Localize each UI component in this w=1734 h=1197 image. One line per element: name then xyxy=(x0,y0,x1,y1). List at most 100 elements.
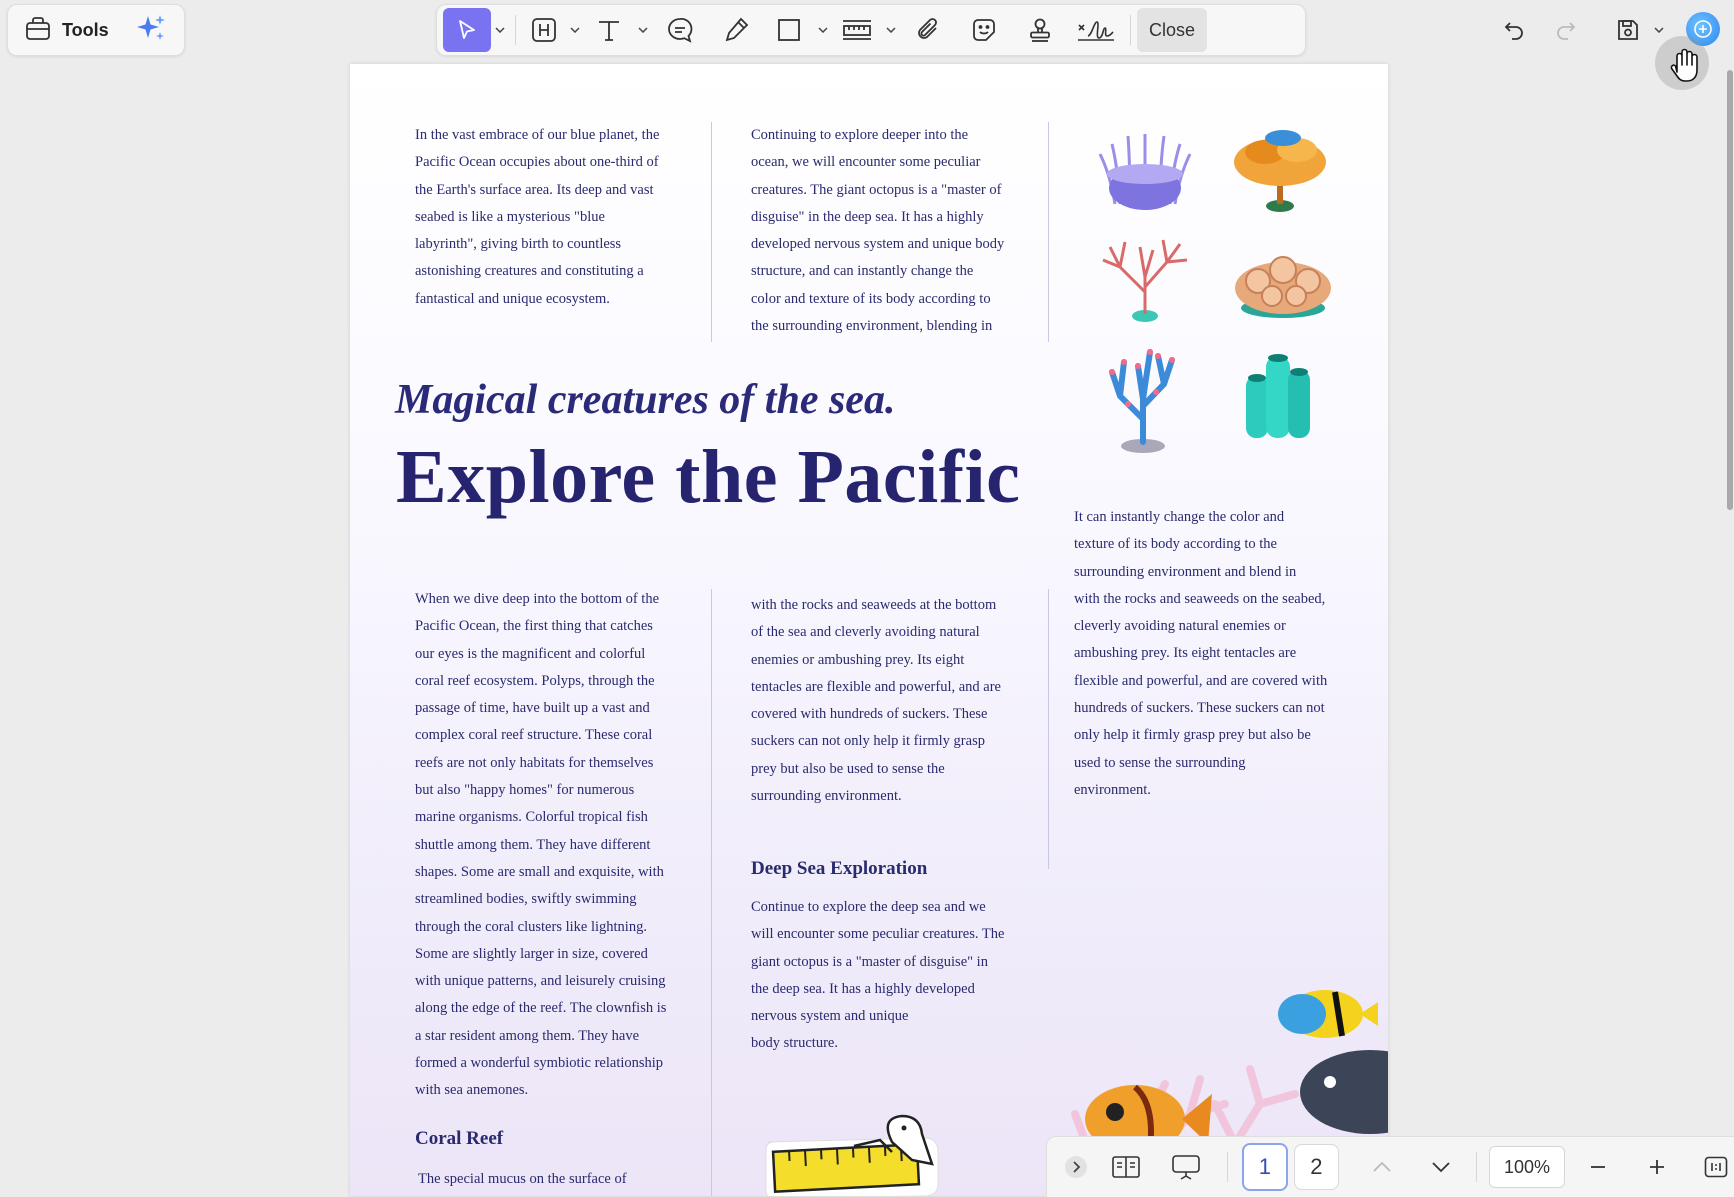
highlight-dropdown-icon[interactable] xyxy=(566,8,584,52)
bottom-column-1: When we dive deep into the bottom of the… xyxy=(415,586,687,1105)
toolbar-divider xyxy=(515,15,516,45)
column-divider xyxy=(1048,122,1049,342)
text-line: surrounding environment and blend in xyxy=(1074,563,1297,580)
text-line: Pacific Ocean, the first thing that catc… xyxy=(415,618,653,635)
column-divider xyxy=(1048,589,1049,869)
text-line: hundreds of suckers. These suckers can n… xyxy=(1074,700,1325,717)
text-line: reefs are not only habitats for themselv… xyxy=(415,754,654,771)
text-line: with sea anemones. xyxy=(415,1082,529,1099)
teal-tube-coral-icon xyxy=(1246,354,1310,438)
plus-icon xyxy=(1650,1160,1664,1174)
chevron-up-icon xyxy=(1373,1161,1391,1172)
text-line: will encounter some peculiar creatures. … xyxy=(751,926,1005,943)
right-column: It can instantly change the color and te… xyxy=(1074,504,1354,804)
reading-mode-button[interactable] xyxy=(1102,1145,1150,1189)
select-tool-dropdown-icon[interactable] xyxy=(491,8,509,52)
text-line: the Earth's surface area. Its deep and v… xyxy=(415,181,654,198)
text-line: color and texture of its body according … xyxy=(751,290,991,307)
undo-button[interactable] xyxy=(1492,8,1536,52)
text-line: giant octopus is a "master of disguise" … xyxy=(751,953,988,970)
text-line: with the rocks and seaweeds on the seabe… xyxy=(1074,590,1326,607)
stamp-tool-button[interactable] xyxy=(1012,8,1068,52)
next-page-button[interactable] xyxy=(1421,1145,1460,1189)
text-line: fantastical and unique ecosystem. xyxy=(415,290,610,307)
brain-coral-icon xyxy=(1235,256,1331,318)
signature-tool-button[interactable] xyxy=(1068,8,1124,52)
save-icon xyxy=(1618,20,1638,40)
text-line: formed a wonderful symbiotic relationshi… xyxy=(415,1055,664,1072)
zoom-in-button[interactable] xyxy=(1638,1145,1677,1189)
page-1-button[interactable]: 1 xyxy=(1241,1143,1289,1191)
presentation-icon xyxy=(1172,1155,1201,1180)
save-button[interactable] xyxy=(1606,8,1650,52)
redo-button[interactable] xyxy=(1544,8,1588,52)
signature-icon xyxy=(1078,21,1114,41)
highlight-tool-button[interactable] xyxy=(522,8,566,52)
expand-panel-button[interactable] xyxy=(1061,1145,1090,1189)
coral-reef-text: The special mucus on the surface of xyxy=(418,1171,627,1187)
redo-icon xyxy=(1557,22,1576,40)
heading-h-icon xyxy=(532,18,556,42)
undo-icon xyxy=(1504,22,1523,40)
text-line: with the rocks and seaweeds at the botto… xyxy=(751,597,997,613)
zoom-level-field[interactable]: 100% xyxy=(1488,1146,1566,1188)
page-navigation-bar: 1 2 100% xyxy=(1046,1136,1734,1197)
select-tool-button[interactable] xyxy=(443,8,491,52)
text-line: of the sea and cleverly avoiding natural xyxy=(751,624,980,641)
text-dropdown-icon[interactable] xyxy=(634,8,652,52)
measure-tool-button[interactable] xyxy=(832,8,882,52)
previous-page-button[interactable] xyxy=(1363,1145,1402,1189)
text-line: seabed is like a mysterious "blue xyxy=(415,208,605,225)
scrollbar-thumb[interactable] xyxy=(1727,70,1733,510)
document-page: In the vast embrace of our blue planet, … xyxy=(350,64,1388,1196)
pen-tool-button[interactable] xyxy=(708,8,764,52)
toolbar-divider xyxy=(1130,15,1131,45)
coral-reef-heading: Coral Reef xyxy=(415,1128,504,1149)
shape-tool-button[interactable] xyxy=(764,8,814,52)
presentation-mode-button[interactable] xyxy=(1162,1145,1210,1189)
text-tool-button[interactable] xyxy=(584,8,634,52)
deep-sea-heading: Deep Sea Exploration xyxy=(751,858,928,879)
page-title: Explore the Pacific xyxy=(396,435,1021,519)
text-line: streamlined bodies, swiftly swimming xyxy=(415,891,637,908)
text-line: a star resident among them. They have xyxy=(415,1027,640,1044)
top-column-1: In the vast embrace of our blue planet, … xyxy=(415,122,677,313)
page-2-button[interactable]: 2 xyxy=(1294,1144,1339,1190)
bottom-column-2: with the rocks and seaweeds at the botto… xyxy=(751,592,1027,810)
text-line: only help it firmly grasp prey but also … xyxy=(1074,727,1311,744)
actual-size-button[interactable] xyxy=(1696,1145,1734,1189)
text-line: our eyes is the magnificent and colorful xyxy=(415,645,646,662)
page-subtitle: Magical creatures of the sea. xyxy=(395,377,896,423)
text-line: labyrinth", giving birth to countless xyxy=(415,236,622,253)
actual-size-icon xyxy=(1704,1156,1727,1178)
text-line: prey but also be used to sense the xyxy=(751,760,945,777)
chevron-down-icon xyxy=(1432,1162,1450,1173)
text-line: Continue to explore the deep sea and we xyxy=(751,899,986,915)
shape-dropdown-icon[interactable] xyxy=(814,8,832,52)
attach-tool-button[interactable] xyxy=(900,8,956,52)
zoom-out-button[interactable] xyxy=(1579,1145,1618,1189)
text-line: developed nervous system and unique body xyxy=(751,236,1005,253)
pink-fan-coral-icon xyxy=(1102,239,1188,322)
anemone-coral-icon xyxy=(1098,134,1192,210)
column-divider xyxy=(711,589,712,1196)
text-line: passage of time, have built up a vast an… xyxy=(415,700,650,717)
close-button[interactable]: Close xyxy=(1137,8,1208,52)
toolbox-icon[interactable] xyxy=(24,14,52,47)
hand-cursor-icon xyxy=(1655,36,1709,90)
text-line: shuttle among them. They have different xyxy=(415,836,651,853)
text-line: disguise" in the deep sea. It has a high… xyxy=(751,208,984,225)
text-line: coral reef ecosystem. Polyps, through th… xyxy=(415,672,655,689)
text-line: the deep sea. It has a highly developed xyxy=(751,980,975,997)
text-line: Pacific Ocean occupies about one-third o… xyxy=(415,154,659,171)
tools-label[interactable]: Tools xyxy=(62,20,109,41)
ai-sparkle-icon[interactable] xyxy=(135,12,167,49)
comment-tool-button[interactable] xyxy=(652,8,708,52)
text-line: texture of its body according to the xyxy=(1074,536,1277,553)
text-line: with unique patterns, and leisurely crui… xyxy=(415,973,666,990)
text-line: surrounding environment. xyxy=(751,788,902,805)
sticker-tool-button[interactable] xyxy=(956,8,1012,52)
text-line: nervous system and unique xyxy=(751,1008,909,1025)
nav-divider xyxy=(1226,1152,1228,1182)
measure-dropdown-icon[interactable] xyxy=(882,8,900,52)
